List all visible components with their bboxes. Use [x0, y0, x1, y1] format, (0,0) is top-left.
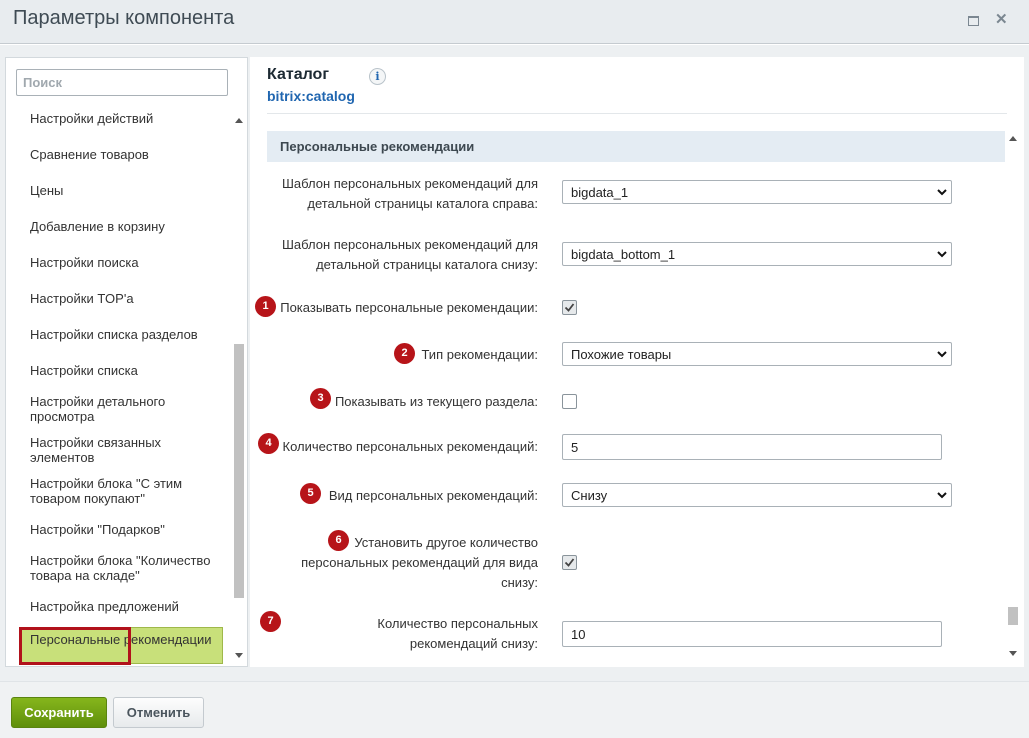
- save-button[interactable]: Сохранить: [11, 697, 107, 728]
- template-right-select[interactable]: bigdata_1: [562, 180, 952, 204]
- template-bottom-select[interactable]: bigdata_bottom_1: [562, 242, 952, 266]
- content-scrollbar[interactable]: [1006, 132, 1020, 662]
- sidebar-item-offers[interactable]: Настройка предложений: [30, 599, 220, 614]
- sidebar-item-also-buy[interactable]: Настройки блока "С этим товаром покупают…: [30, 476, 220, 506]
- dialog-footer: Сохранить Отменить: [0, 681, 1029, 738]
- recommendation-count-input[interactable]: 5: [562, 434, 942, 460]
- sidebar-item-prices[interactable]: Цены: [30, 183, 220, 198]
- step-badge: 4: [258, 433, 279, 454]
- field-label-bottom-count: Количество персональных рекомендаций сни…: [377, 616, 538, 651]
- select-value: bigdata_1: [571, 185, 629, 200]
- scrollbar-thumb[interactable]: [1008, 607, 1018, 625]
- divider: [267, 113, 1007, 114]
- select-value: Похожие товары: [571, 347, 672, 362]
- window-title: Параметры компонента: [13, 7, 235, 29]
- recommendation-type-select[interactable]: Похожие товары: [562, 342, 952, 366]
- field-label-recommendation-count: Количество персональных рекомендаций:: [282, 439, 538, 454]
- scroll-up-icon[interactable]: [235, 118, 243, 123]
- sidebar-item-personal-recommendations[interactable]: Персональные рекомендации: [19, 627, 223, 665]
- cancel-button[interactable]: Отменить: [113, 697, 204, 728]
- scroll-up-icon[interactable]: [1009, 136, 1017, 141]
- step-badge: 3: [310, 388, 331, 409]
- checkmark-icon: [564, 303, 575, 312]
- scroll-down-icon[interactable]: [1009, 651, 1017, 656]
- step-badge: 2: [394, 343, 415, 364]
- component-title: Каталог: [267, 66, 329, 83]
- sidebar-item-top[interactable]: Настройки TOP'а: [30, 291, 220, 306]
- select-value: bigdata_bottom_1: [571, 247, 676, 262]
- current-section-checkbox[interactable]: [562, 394, 577, 409]
- sidebar-item-actions[interactable]: Настройки действий: [30, 111, 220, 126]
- highlight-frame: [19, 627, 131, 665]
- bottom-count-input[interactable]: 10: [562, 621, 942, 647]
- select-value: Снизу: [571, 488, 608, 503]
- field-label-template-bottom: Шаблон персональных рекомендаций для дет…: [281, 237, 538, 272]
- sidebar-item-section-list[interactable]: Настройки списка разделов: [30, 327, 220, 342]
- info-icon[interactable]: i: [369, 68, 386, 85]
- step-badge: 5: [300, 483, 321, 504]
- checkmark-icon: [564, 558, 575, 567]
- settings-panel: Каталог i bitrix:catalog Персональные ре…: [250, 57, 1024, 667]
- sidebar-item-detail[interactable]: Настройки детального просмотра: [30, 394, 220, 424]
- sidebar-item-linked[interactable]: Настройки связанных элементов: [30, 435, 220, 465]
- scrollbar-thumb[interactable]: [234, 344, 244, 598]
- sidebar-item-basket[interactable]: Добавление в корзину: [30, 219, 220, 234]
- chevron-down-icon: [937, 492, 947, 499]
- chevron-down-icon: [937, 189, 947, 196]
- field-label-template-right: Шаблон персональных рекомендаций для дет…: [281, 176, 538, 211]
- field-label-show-recommendations: Показывать персональные рекомендации:: [280, 300, 538, 315]
- section-title: Персональные рекомендации: [267, 131, 1005, 162]
- sidebar-list: Настройки действий Сравнение товаров Цен…: [6, 110, 232, 666]
- show-recommendations-checkbox[interactable]: [562, 300, 577, 315]
- step-badge: 1: [255, 296, 276, 317]
- field-label-bottom-count-toggle: Установить другое количество персональны…: [301, 535, 538, 590]
- chevron-down-icon: [937, 251, 947, 258]
- step-badge: 7: [260, 611, 281, 632]
- scroll-down-icon[interactable]: [235, 653, 243, 658]
- field-label-recommendation-view: Вид персональных рекомендаций:: [328, 488, 538, 503]
- component-code: bitrix:catalog: [267, 88, 355, 104]
- sidebar-item-gifts[interactable]: Настройки "Подарков": [30, 522, 220, 537]
- sidebar-item-compare[interactable]: Сравнение товаров: [30, 147, 220, 162]
- bottom-count-checkbox[interactable]: [562, 555, 577, 570]
- sidebar-item-list[interactable]: Настройки списка: [30, 363, 220, 378]
- sidebar-item-stock[interactable]: Настройки блока "Количество товара на ск…: [30, 553, 220, 583]
- maximize-icon[interactable]: [968, 16, 979, 26]
- field-label-recommendation-type: Тип рекомендации:: [421, 347, 538, 362]
- close-icon[interactable]: ✕: [995, 12, 1008, 28]
- chevron-down-icon: [937, 351, 947, 358]
- field-label-current-section: Показывать из текущего раздела:: [334, 394, 538, 409]
- sidebar: Настройки действий Сравнение товаров Цен…: [5, 57, 248, 667]
- window-titlebar: Параметры компонента ✕: [0, 0, 1029, 44]
- recommendation-view-select[interactable]: Снизу: [562, 483, 952, 507]
- sidebar-item-search[interactable]: Настройки поиска: [30, 255, 220, 270]
- search-input[interactable]: [16, 69, 228, 96]
